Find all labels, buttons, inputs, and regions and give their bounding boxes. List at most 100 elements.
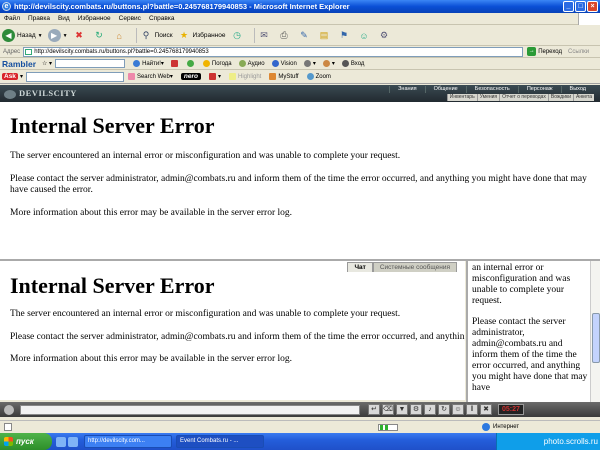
refresh-button[interactable]: ↻ (93, 29, 108, 42)
nav-knowledge[interactable]: Знания (389, 86, 425, 93)
ask-highlight-button[interactable]: Highlight (228, 73, 261, 80)
rambler-logo[interactable]: Rambler (2, 59, 36, 69)
start-label: пуск (16, 437, 34, 446)
rambler-login-button[interactable]: Вход (341, 60, 364, 67)
tab-system-messages[interactable]: Системные сообщения (372, 262, 457, 272)
go-button[interactable]: → Переход (527, 47, 562, 56)
subnav-skills[interactable]: Умения (476, 94, 499, 101)
forward-button[interactable]: ▶ ▼ (47, 29, 68, 42)
ask-zoom-label: Zoom (315, 73, 331, 80)
subnav-inventory[interactable]: Инвентарь (446, 94, 477, 101)
history-button[interactable]: ◷ (231, 29, 246, 42)
research-button[interactable]: ⚑ (338, 29, 353, 42)
rambler-search-input[interactable] (55, 59, 126, 68)
rambler-audio-button[interactable]: Аудио (238, 60, 265, 67)
game-top-nav: Знания Общение Безопасность Персонаж Вых… (389, 86, 594, 93)
links-button[interactable]: Ссылки (568, 49, 589, 55)
desktop-quicklaunch-icon[interactable] (68, 436, 78, 447)
stop-button[interactable]: ✖ (73, 29, 88, 42)
address-bar: Адрес http://devilscity.combats.ru/butto… (0, 46, 600, 58)
rambler-mail-button[interactable]: ▾ (322, 60, 335, 67)
error-fragment-2: Please contact the server administrator,… (472, 317, 588, 393)
standard-toolbar: ◀ Назад ▼ ▶ ▼ ✖ ↻ ⌂ ⚲ Поиск ★ Избранное … (0, 26, 600, 46)
menu-favorites[interactable]: Избранное (78, 15, 111, 22)
chat-input[interactable] (20, 404, 360, 415)
send-icon[interactable]: ↵ (368, 404, 380, 415)
ask-zoom-button[interactable]: Zoom (306, 73, 331, 80)
nav-chat[interactable]: Общение (424, 86, 466, 93)
rambler-extra-button[interactable]: ▾ (303, 60, 316, 67)
sound-icon[interactable]: ♪ (424, 404, 436, 415)
error-paragraph-1: The server encountered an internal error… (10, 309, 401, 319)
rambler-weather-button[interactable]: Погода (202, 60, 232, 67)
smile-icon[interactable] (4, 404, 14, 415)
key-icon (341, 60, 349, 67)
mail-button[interactable]: ✉ (258, 29, 273, 42)
address-input[interactable]: http://devilscity.combats.ru/buttons.pl?… (23, 46, 524, 57)
security-zone: Интернет (482, 423, 519, 431)
rambler-vision-button[interactable]: Vision (271, 60, 297, 67)
ask-search-web-button[interactable]: Search Web ▾ (127, 73, 173, 80)
scrollbar-thumb[interactable] (592, 313, 600, 363)
menu-file[interactable]: Файл (4, 15, 20, 22)
menu-tools[interactable]: Сервис (119, 15, 141, 22)
messenger-button[interactable]: ☺ (358, 29, 373, 42)
print-button[interactable]: ⎙ (278, 29, 293, 42)
history-icon: ◷ (233, 30, 241, 40)
filter-icon[interactable]: ▼ (396, 404, 408, 415)
menu-view[interactable]: Вид (58, 15, 70, 22)
search-button[interactable]: ⚲ Поиск (140, 29, 173, 42)
settings-icon[interactable]: ⚙ (410, 404, 422, 415)
nero-button[interactable]: nero (180, 73, 201, 80)
folder-icon: ▤ (319, 30, 329, 40)
favorites-button[interactable]: ★ Избранное (178, 29, 226, 42)
menu-edit[interactable]: Правка (28, 15, 50, 22)
close-button[interactable]: × (587, 1, 598, 12)
rambler-star-icon[interactable]: ☆ ▾ (42, 60, 52, 67)
ask-mystuff-label: MyStuff (278, 73, 299, 80)
subnav-leaders[interactable]: Вождики (547, 94, 573, 101)
rambler-find-button[interactable]: Найти! ▾ (133, 60, 164, 67)
tools-button[interactable]: ⚙ (378, 29, 393, 42)
clear-icon[interactable]: ⌫ (382, 404, 394, 415)
exit-icon[interactable]: ✖ (480, 404, 492, 415)
back-button[interactable]: ◀ Назад ▼ (2, 29, 43, 42)
refresh-icon[interactable]: ↻ (438, 404, 450, 415)
nav-character[interactable]: Персонаж (517, 86, 561, 93)
taskbar-item-event[interactable]: Event Combats.ru - ... (176, 435, 264, 448)
ask-logo[interactable]: Ask (2, 73, 18, 80)
chat-frame: Internal Server Error The server encount… (0, 272, 465, 400)
maximize-button[interactable]: □ (575, 1, 586, 12)
ask-search-input[interactable] (25, 71, 124, 82)
home-button[interactable]: ⌂ (113, 29, 128, 42)
rambler-tools-button[interactable] (186, 60, 196, 67)
chevron-down-icon[interactable]: ▾ (20, 73, 23, 80)
nav-security[interactable]: Безопасность (465, 86, 518, 93)
vertical-scrollbar[interactable] (590, 261, 600, 402)
minimize-button[interactable]: _ (563, 1, 574, 12)
messenger-icon: ☺ (359, 30, 369, 41)
load-progress (378, 423, 398, 431)
magnifier-icon (133, 60, 141, 67)
game-logo[interactable]: DEVILSCITY (4, 88, 77, 99)
subnav-profile[interactable]: Анкета (573, 94, 594, 101)
nav-exit[interactable]: Выход (560, 86, 594, 93)
subnav-transfers[interactable]: Отчет о переводах (499, 94, 548, 101)
rambler-bookmark-button[interactable] (170, 60, 180, 67)
ask-pencil-button[interactable]: ▾ (208, 73, 221, 80)
game-header: DEVILSCITY Знания Общение Безопасность П… (0, 85, 600, 102)
start-button[interactable]: пуск (0, 433, 52, 450)
emoticon-icon[interactable]: ☺ (452, 404, 464, 415)
taskbar-item-ie[interactable]: http://devilscity.com... (84, 435, 172, 448)
window-titlebar[interactable]: e http://devilscity.combats.ru/buttons.p… (0, 0, 600, 13)
go-arrow-icon: → (527, 47, 537, 56)
pause-icon[interactable]: ‖ (466, 404, 478, 415)
error-title: Internal Server Error (10, 273, 215, 298)
tab-chat[interactable]: Чат (347, 262, 373, 272)
ask-mystuff-button[interactable]: MyStuff (269, 73, 299, 80)
highlight-icon (228, 73, 236, 80)
menu-help[interactable]: Справка (149, 15, 175, 22)
edit-button[interactable]: ✎ (298, 29, 313, 42)
discuss-button[interactable]: ▤ (318, 29, 333, 42)
ie-quicklaunch-icon[interactable] (56, 436, 66, 447)
